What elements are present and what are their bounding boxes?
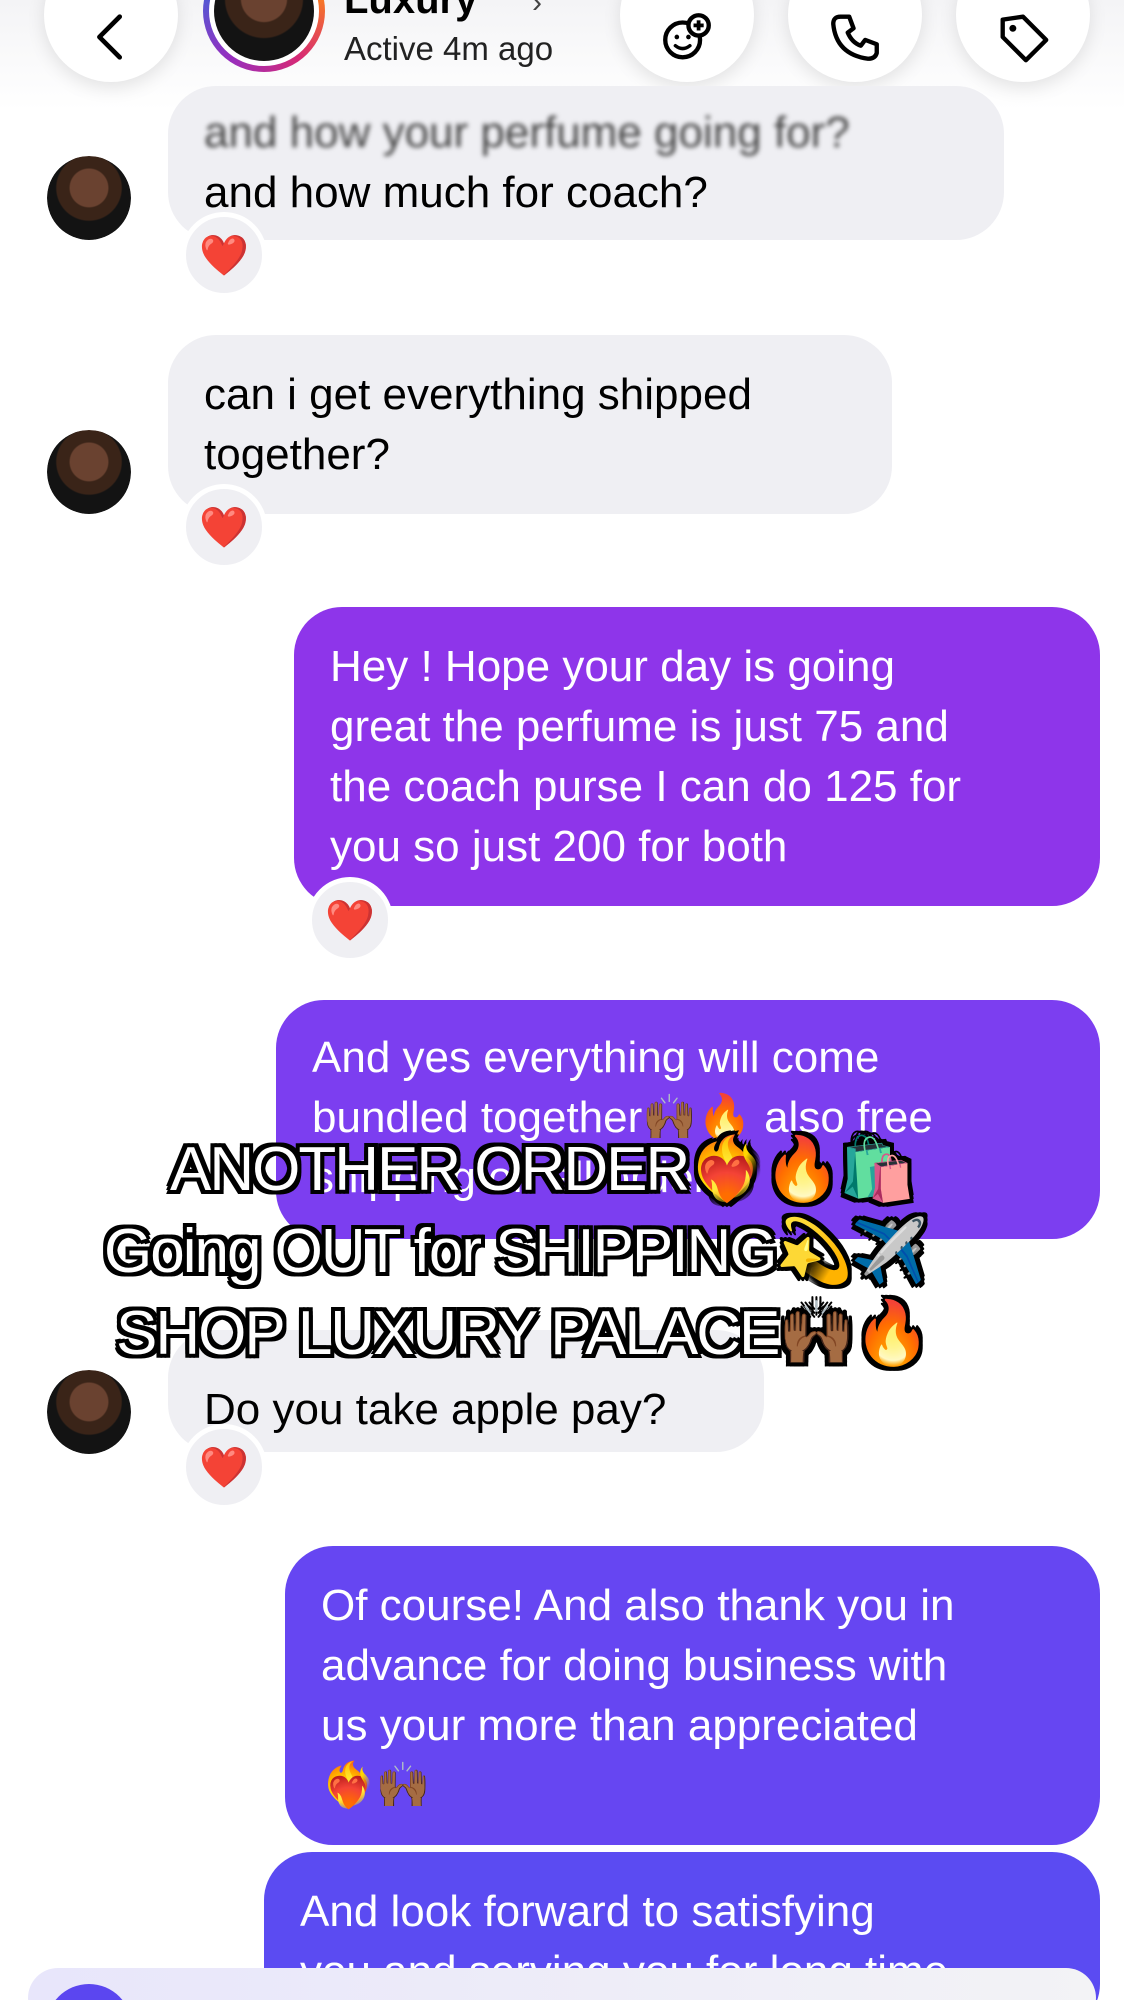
message-line: And yes everything will come (312, 1033, 880, 1082)
message-line: great the perfume is just 75 and (330, 701, 949, 751)
sender-avatar[interactable] (47, 1370, 131, 1454)
sender-avatar[interactable] (47, 156, 131, 240)
message-line: Of course! And also thank you in (321, 1580, 955, 1630)
red-heart-icon: ❤️ (325, 898, 375, 943)
message-line: And look forward to satisfying (300, 1887, 875, 1936)
message-line: ❤️‍🔥🙌🏾 (321, 1760, 431, 1810)
chevron-left-icon (97, 14, 123, 60)
tag-icon (1000, 14, 1049, 63)
message-line: together? (204, 429, 390, 479)
sender-avatar[interactable] (47, 430, 131, 514)
reaction-badge[interactable]: ❤️ (307, 877, 393, 963)
overlay-caption-line: ANOTHER ORDER❤️‍🔥🔥🛍️ (170, 1135, 916, 1204)
red-heart-icon: ❤️ (199, 505, 249, 550)
message-line: us your more than appreciated (321, 1700, 918, 1750)
contact-name[interactable]: Luxury (344, 0, 477, 23)
reaction-badge[interactable]: ❤️ (181, 212, 267, 298)
message-line: advance for doing business with (321, 1640, 948, 1690)
reaction-badge[interactable]: ❤️ (181, 484, 267, 570)
message-line: can i get everything shipped (204, 369, 752, 419)
message-bubble-outgoing[interactable]: Hey ! Hope your day is going great the p… (294, 607, 1100, 906)
message-composer[interactable] (28, 1968, 1096, 2000)
message-text: Do you take apple pay? (204, 1385, 667, 1434)
chevron-right-icon[interactable]: › (532, 0, 542, 20)
message-bubble-incoming[interactable]: and how your perfume going for? and how … (168, 86, 1004, 240)
message-line: the coach purse I can do 125 for (330, 761, 962, 811)
message-text: and how much for coach? (204, 168, 708, 217)
message-line: Hey ! Hope your day is going (330, 641, 895, 691)
message-bubble-outgoing[interactable]: Of course! And also thank you in advance… (285, 1546, 1100, 1845)
message-text-faded: and how your perfume going for? (204, 108, 850, 157)
phone-icon (831, 14, 879, 61)
active-status: Active 4m ago (344, 30, 554, 67)
message-bubble-incoming[interactable]: can i get everything shipped together? (168, 335, 892, 514)
red-heart-icon: ❤️ (199, 233, 249, 278)
overlay-caption-line: Going OUT for SHIPPING💫✈️ (104, 1217, 928, 1286)
reaction-badge[interactable]: ❤️ (181, 1424, 267, 1510)
sticker-plus-icon (663, 13, 711, 60)
message-line: you so just 200 for both (330, 821, 788, 871)
red-heart-icon: ❤️ (199, 1445, 249, 1490)
overlay-caption-line: SHOP LUXURY PALACE🙌🏾🔥 (116, 1299, 931, 1368)
